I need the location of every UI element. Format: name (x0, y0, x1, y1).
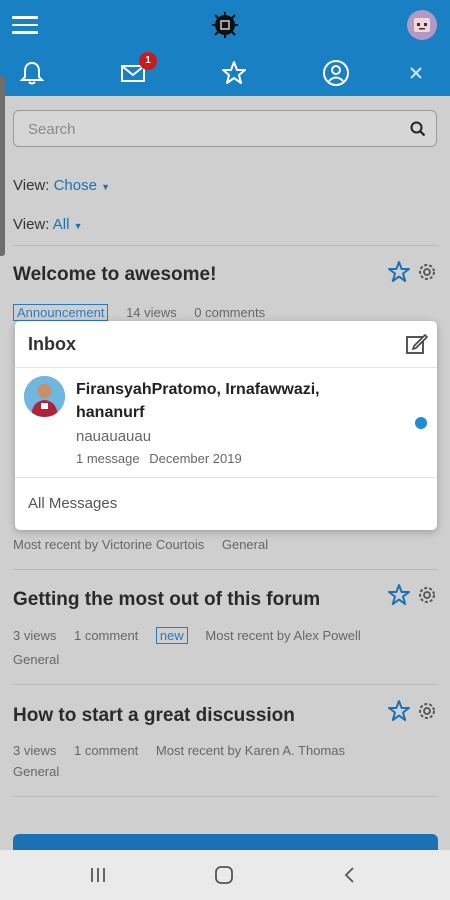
star-icon[interactable] (387, 583, 411, 607)
view-label: View: (13, 216, 50, 233)
post-category[interactable]: General (13, 764, 59, 779)
side-panel-handle[interactable] (0, 76, 5, 256)
view-label: View: (13, 177, 50, 194)
profile-icon[interactable] (322, 59, 350, 87)
most-recent: Most recent by Karen A. Thomas (155, 743, 345, 758)
notification-bar (0, 50, 450, 96)
star-icon[interactable] (387, 260, 411, 284)
message-date: December 2019 (149, 451, 242, 466)
comments-count: 0 comments (194, 305, 266, 320)
message-participants[interactable]: FiransyahPratomo, Irnafawwazi, hananurf (76, 378, 376, 424)
announcement-tag[interactable]: Announcement (13, 304, 109, 321)
unread-count-badge: 1 (139, 52, 157, 70)
view-value[interactable]: All (53, 216, 70, 233)
system-nav-bar (0, 850, 450, 900)
post-title[interactable]: Getting the most out of this forum (13, 589, 320, 611)
category[interactable]: General (222, 537, 268, 552)
most-recent: Most recent by Victorine Courtois (13, 537, 205, 552)
views-count: 3 views (13, 628, 57, 643)
views-count: 14 views (126, 305, 177, 320)
caret-down-icon: ▼ (73, 221, 83, 231)
gear-icon[interactable] (416, 584, 438, 606)
close-icon[interactable] (408, 65, 424, 81)
back-icon[interactable] (340, 865, 360, 885)
recent-apps-icon[interactable] (88, 865, 108, 885)
all-messages-link[interactable]: All Messages (28, 495, 117, 512)
inbox-title: Inbox (28, 334, 76, 354)
search-input[interactable]: Search (13, 110, 437, 147)
divider (13, 245, 438, 246)
message-count: 1 message (76, 451, 140, 466)
view-value[interactable]: Chose (54, 177, 97, 194)
star-icon[interactable] (387, 699, 411, 723)
divider (15, 367, 437, 368)
post-category[interactable]: General (13, 652, 59, 667)
views-count: 3 views (13, 743, 57, 758)
search-placeholder: Search (28, 121, 76, 138)
comments-count: 1 comment (73, 628, 139, 643)
message-meta: 1 message December 2019 (76, 451, 248, 466)
bell-icon[interactable] (18, 59, 46, 87)
gear-icon[interactable] (416, 700, 438, 722)
home-icon[interactable] (214, 865, 234, 885)
unread-indicator (415, 417, 427, 429)
post-title[interactable]: Welcome to awesome! (13, 264, 216, 286)
new-badge: new (155, 627, 188, 644)
divider (13, 569, 438, 570)
app-logo-icon[interactable] (211, 11, 239, 39)
user-avatar[interactable] (407, 10, 437, 40)
comments-count: 1 comment (73, 743, 139, 758)
divider (13, 796, 438, 797)
divider (15, 477, 437, 478)
post-meta-recent: Most recent by Victorine Courtois Genera… (13, 537, 282, 552)
star-icon[interactable] (220, 59, 248, 87)
view-filter-all[interactable]: View: All ▼ (13, 216, 83, 233)
top-bar (0, 0, 450, 50)
post-meta: Announcement 14 views 0 comments (13, 304, 279, 321)
message-preview[interactable]: nauauauau (76, 428, 151, 445)
divider (13, 684, 438, 685)
compose-icon[interactable] (405, 332, 429, 356)
post-meta: 3 views 1 comment new Most recent by Ale… (13, 627, 375, 644)
most-recent: Most recent by Alex Powell (205, 628, 361, 643)
gear-icon[interactable] (416, 261, 438, 283)
post-title[interactable]: How to start a great discussion (13, 705, 295, 727)
post-meta: 3 views 1 comment Most recent by Karen A… (13, 743, 359, 758)
hamburger-menu-icon[interactable] (12, 16, 38, 34)
inbox-popover: Inbox FiransyahPratomo, Irnafawwazi, han… (15, 321, 437, 530)
sender-avatar (24, 376, 65, 417)
view-filter-chose[interactable]: View: Chose ▼ (13, 177, 110, 194)
caret-down-icon: ▼ (101, 182, 111, 192)
search-icon[interactable] (410, 121, 426, 137)
